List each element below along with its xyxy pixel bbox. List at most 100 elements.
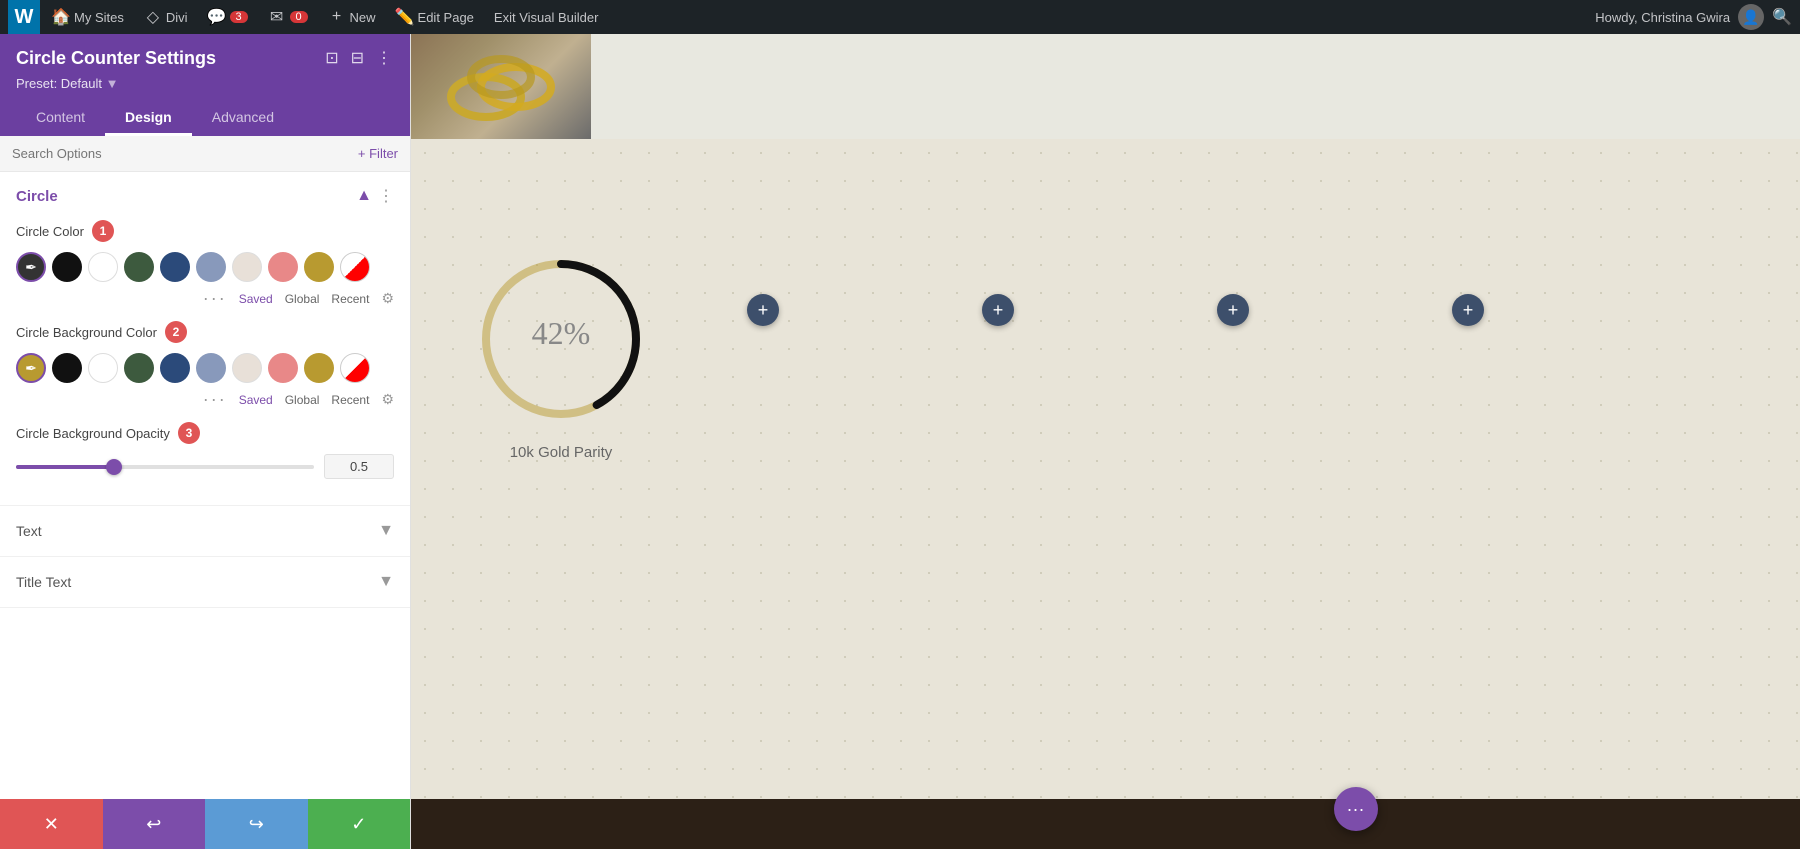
circle-color-swatch-transparent[interactable] <box>340 252 370 282</box>
circle-color-swatch-navy[interactable] <box>160 252 190 282</box>
bottom-action-bar: ✕ ↩ ↪ ✓ <box>0 799 410 849</box>
circle-more-icon[interactable]: ⋮ <box>378 186 394 206</box>
redo-button[interactable]: ↪ <box>205 799 308 849</box>
circle-color-saved[interactable]: Saved <box>239 292 273 306</box>
content-tab[interactable]: Content <box>16 101 105 136</box>
design-tab[interactable]: Design <box>105 101 192 136</box>
new-item[interactable]: + New <box>320 0 384 34</box>
circle-color-swatch-white[interactable] <box>88 252 118 282</box>
circle-bg-color-swatch-cream[interactable] <box>232 353 262 383</box>
circle-color-swatch-green[interactable] <box>124 252 154 282</box>
circle-color-recent[interactable]: Recent <box>331 292 369 306</box>
circle-bg-opacity-value[interactable] <box>324 454 394 479</box>
circle-bg-color-swatch-green[interactable] <box>124 353 154 383</box>
circle-color-pipette[interactable]: ✒ <box>16 252 46 282</box>
edit-page-item[interactable]: ✏️ Edit Page <box>388 0 482 34</box>
circle-bg-color-label-row: Circle Background Color 2 <box>16 321 394 343</box>
panel-title-icons: ⊡ ⊟ ⋮ <box>323 46 394 70</box>
circle-bg-color-swatch-black[interactable] <box>52 353 82 383</box>
circle-bg-color-pipette[interactable]: ✒ <box>16 353 46 383</box>
circle-counter-widget: 42% 10k Gold Parity <box>471 249 651 461</box>
search-input[interactable] <box>12 146 358 161</box>
exit-visual-builder-item[interactable]: Exit Visual Builder <box>486 0 607 34</box>
circle-counter-svg: 42% <box>471 249 651 429</box>
title-text-section-title: Title Text <box>16 574 71 590</box>
circle-bg-color-settings-icon[interactable]: ⚙ <box>381 391 394 408</box>
circle-bg-opacity-step-badge: 3 <box>178 422 200 444</box>
circle-bg-color-swatch-pink[interactable] <box>268 353 298 383</box>
my-sites-item[interactable]: 🏠 My Sites <box>44 0 132 34</box>
save-icon: ✓ <box>351 814 366 835</box>
circle-color-swatch-black[interactable] <box>52 252 82 282</box>
circle-bg-color-swatch-blue[interactable] <box>196 353 226 383</box>
circle-color-label-row: Circle Color 1 <box>16 220 394 242</box>
divi-item[interactable]: ◇ Divi <box>136 0 196 34</box>
undo-button[interactable]: ↩ <box>103 799 206 849</box>
bg-color-dots-icon[interactable]: ··· <box>203 389 227 410</box>
circle-counter-label: 10k Gold Parity <box>471 444 651 461</box>
circle-section-title: Circle <box>16 188 58 205</box>
circle-color-swatch-blue[interactable] <box>196 252 226 282</box>
title-text-section[interactable]: Title Text ▼ <box>0 557 410 608</box>
admin-bar-left: W 🏠 My Sites ◇ Divi 💬 3 ✉ 0 + New ✏️ Edi… <box>8 0 1595 34</box>
avatar[interactable]: 👤 <box>1738 4 1764 30</box>
messages-icon: ✉ <box>268 8 286 26</box>
circle-bg-color-global[interactable]: Global <box>285 393 320 407</box>
circle-bg-opacity-label-row: Circle Background Opacity 3 <box>16 422 394 444</box>
panel-tabs: Content Design Advanced <box>16 101 394 136</box>
panel-expand-icon[interactable]: ⊡ <box>323 46 340 70</box>
save-button[interactable]: ✓ <box>308 799 411 849</box>
circle-color-option: Circle Color 1 ✒ <box>16 220 394 309</box>
circle-bg-opacity-slider-track[interactable] <box>16 465 314 469</box>
title-text-section-chevron: ▼ <box>378 573 394 591</box>
cancel-icon: ✕ <box>44 814 59 835</box>
new-icon: + <box>328 8 346 26</box>
circle-bg-opacity-slider-fill <box>16 465 114 469</box>
wp-logo-icon[interactable]: W <box>8 0 40 34</box>
circle-color-swatch-cream[interactable] <box>232 252 262 282</box>
circle-bg-opacity-slider-thumb[interactable] <box>106 459 122 475</box>
search-icon[interactable]: 🔍 <box>1772 7 1792 27</box>
edit-page-label: Edit Page <box>418 10 474 25</box>
plus-button-1[interactable]: + <box>747 294 779 326</box>
circle-collapse-icon[interactable]: ▲ <box>356 187 372 205</box>
color-dots-icon[interactable]: ··· <box>203 288 227 309</box>
admin-bar-right: Howdy, Christina Gwira 👤 🔍 <box>1595 4 1792 30</box>
circle-bg-color-swatch-navy[interactable] <box>160 353 190 383</box>
circle-bg-color-swatch-white[interactable] <box>88 353 118 383</box>
plus-button-2[interactable]: + <box>982 294 1014 326</box>
circle-color-global[interactable]: Global <box>285 292 320 306</box>
panel-title: Circle Counter Settings <box>16 48 216 69</box>
text-section[interactable]: Text ▼ <box>0 506 410 557</box>
divi-label: Divi <box>166 10 188 25</box>
cancel-button[interactable]: ✕ <box>0 799 103 849</box>
circle-bg-color-recent[interactable]: Recent <box>331 393 369 407</box>
panel-grid-icon[interactable]: ⊟ <box>349 46 366 70</box>
floating-menu-button[interactable]: ··· <box>1334 787 1378 831</box>
circle-bg-color-saved[interactable]: Saved <box>239 393 273 407</box>
plus-button-3[interactable]: + <box>1217 294 1249 326</box>
image-thumbnail <box>411 34 591 139</box>
circle-color-swatch-pink[interactable] <box>268 252 298 282</box>
circle-section-controls: ▲ ⋮ <box>356 186 394 206</box>
circle-color-settings-icon[interactable]: ⚙ <box>381 290 394 307</box>
filter-button[interactable]: + Filter <box>358 146 398 161</box>
panel-title-row: Circle Counter Settings ⊡ ⊟ ⋮ <box>16 46 394 70</box>
plus-button-4[interactable]: + <box>1452 294 1484 326</box>
circle-bg-color-swatch-gold[interactable] <box>304 353 334 383</box>
comments-icon: 💬 <box>208 8 226 26</box>
comments-item[interactable]: 💬 3 <box>200 0 256 34</box>
rings-image <box>441 42 561 132</box>
left-panel: Circle Counter Settings ⊡ ⊟ ⋮ Preset: De… <box>0 34 411 849</box>
circle-section-header: Circle ▲ ⋮ <box>16 186 394 206</box>
pencil-icon: ✏️ <box>396 8 414 26</box>
messages-item[interactable]: ✉ 0 <box>260 0 316 34</box>
circle-bg-color-meta: ··· Saved Global Recent ⚙ <box>16 389 394 410</box>
panel-preset[interactable]: Preset: Default ▼ <box>16 76 394 91</box>
circle-bg-color-swatch-transparent[interactable] <box>340 353 370 383</box>
advanced-tab[interactable]: Advanced <box>192 101 294 136</box>
circle-color-swatch-gold[interactable] <box>304 252 334 282</box>
panel-more-icon[interactable]: ⋮ <box>374 46 394 70</box>
dotted-canvas: 42% 10k Gold Parity + + + + <box>411 139 1800 799</box>
circle-color-label-text: Circle Color <box>16 224 84 239</box>
